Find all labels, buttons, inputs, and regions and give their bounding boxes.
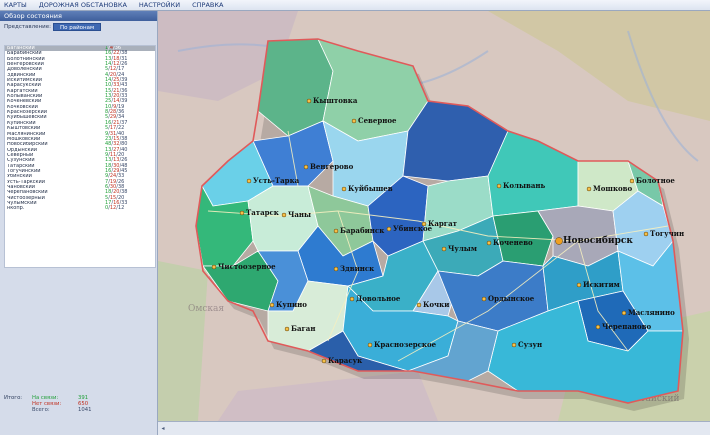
settlement-label: Барабинск [340, 226, 384, 235]
settlement-marker-icon[interactable] [629, 178, 635, 184]
settlement-label: Довольное [356, 294, 401, 303]
map-canvas[interactable]: Алтайский Омская КыштовкаСеверноеВенгеро… [158, 11, 710, 421]
settlement-marker-icon[interactable] [621, 310, 627, 316]
settlement-marker-icon[interactable] [386, 226, 392, 232]
view-select[interactable]: По районам [52, 22, 102, 31]
settlement-marker-icon[interactable] [586, 186, 592, 192]
settlement-marker-icon[interactable] [321, 358, 327, 364]
settlement-label: Мошково [593, 184, 633, 193]
panel-title: Обзор состояния [0, 11, 157, 21]
settlement-marker-icon[interactable] [306, 98, 312, 104]
settlement-label: Карасук [328, 356, 362, 365]
settlement-marker-icon[interactable] [595, 324, 601, 330]
settlement-marker-icon[interactable] [341, 186, 347, 192]
menu-settings[interactable]: НАСТРОЙКИ [139, 0, 180, 11]
settlement-label: Убинское [393, 224, 433, 233]
settlement-marker-icon[interactable] [333, 228, 339, 234]
settlement-marker-icon[interactable] [367, 342, 373, 348]
settlement-marker-icon[interactable] [481, 296, 487, 302]
settlement-marker-icon[interactable] [239, 210, 245, 216]
settlement-marker-icon[interactable] [284, 326, 290, 332]
settlement-marker-icon[interactable] [421, 221, 427, 227]
settlement-marker-icon[interactable] [486, 240, 492, 246]
scroll-left-arrow-icon[interactable]: ◂ [159, 425, 167, 433]
settlement-label: Кыштовка [313, 96, 358, 105]
settlement-marker-icon[interactable] [246, 178, 252, 184]
settlement-marker-icon[interactable] [269, 302, 275, 308]
settlement-label: Северное [358, 116, 397, 125]
settlement-marker-icon[interactable] [416, 302, 422, 308]
district-row[interactable]: нкопр. 0/12/12 [5, 205, 155, 212]
settlement-marker-icon[interactable] [211, 264, 217, 270]
app-window: КАРТЫ ДОРОЖНАЯ ОБСТАНОВКА НАСТРОЙКИ СПРА… [0, 0, 710, 435]
count-total: 12 [117, 205, 125, 212]
settlement-marker-icon[interactable] [576, 282, 582, 288]
settlement-label: Черепаново [602, 322, 652, 331]
totals-value: 1041 [78, 407, 92, 414]
settlement-marker-icon[interactable] [281, 212, 287, 218]
menu-help[interactable]: СПРАВКА [192, 0, 223, 11]
menu-road-situation[interactable]: ДОРОЖНАЯ ОБСТАНОВКА [39, 0, 127, 11]
settlement-label: Баган [291, 324, 315, 333]
settlement-label: Колывань [503, 181, 546, 190]
settlement-label: Татарск [246, 208, 279, 217]
totals-label: Всего: [32, 407, 50, 414]
svg-text:Омская: Омская [188, 304, 224, 314]
settlement-label: Новосибирск [563, 235, 633, 246]
map-horizontal-scrollbar[interactable]: ◂ [158, 421, 710, 435]
settlement-marker-icon[interactable] [303, 164, 309, 170]
settlement-label: Здвинск [340, 264, 374, 273]
settlement-label: Ордынское [488, 294, 535, 303]
settlement-label: Тогучин [650, 229, 684, 238]
totals-row-all: Всего: 1041 [4, 407, 154, 413]
menu-maps[interactable]: КАРТЫ [4, 0, 27, 11]
view-label: Представление: [4, 23, 51, 30]
settlement-label: Чистоозерное [218, 262, 276, 271]
menu-bar: КАРТЫ ДОРОЖНАЯ ОБСТАНОВКА НАСТРОЙКИ СПРА… [0, 0, 710, 11]
settlement-marker-icon[interactable] [555, 237, 563, 245]
district-table[interactable]: Баганский 1/4/36 Барабинский 16/22/38 Болотн… [4, 45, 156, 268]
settlement-label: Болотное [636, 176, 675, 185]
settlement-label: Кочки [423, 300, 449, 309]
settlement-marker-icon[interactable] [441, 246, 447, 252]
settlement-label: Куйбышев [348, 184, 393, 193]
region-map[interactable]: Алтайский Омская Кыштовка Северное Венге… [158, 11, 710, 421]
settlement-label: Сузун [518, 340, 542, 349]
settlement-marker-icon[interactable] [349, 296, 355, 302]
settlement-label: Коченево [493, 238, 533, 247]
settlement-label: Чулым [448, 244, 477, 253]
settlement-label: Искитим [583, 280, 620, 289]
settlement-label: Купино [276, 300, 307, 309]
settlement-label: Маслянино [628, 308, 675, 317]
settlement-marker-icon[interactable] [333, 266, 339, 272]
settlement-label: Венгерово [310, 162, 354, 171]
totals-block: Итого: На связи: 391 Нет связи: 650 Всег… [4, 395, 154, 414]
settlement-label: Краснозерское [374, 340, 437, 349]
settlement-marker-icon[interactable] [351, 118, 357, 124]
district-name: нкопр. [7, 206, 25, 212]
settlement-label: Чаны [288, 210, 311, 219]
settlement-marker-icon[interactable] [643, 231, 649, 237]
view-selector-row: Представление: По районам [0, 21, 157, 32]
settlement-marker-icon[interactable] [496, 183, 502, 189]
settlement-label: Каргат [428, 219, 458, 228]
status-panel: Обзор состояния Представление: По района… [0, 11, 158, 435]
settlement-marker-icon[interactable] [511, 342, 517, 348]
settlement-label: Усть-Тарка [253, 176, 300, 185]
district-counts: 0/12/12 [105, 205, 125, 212]
